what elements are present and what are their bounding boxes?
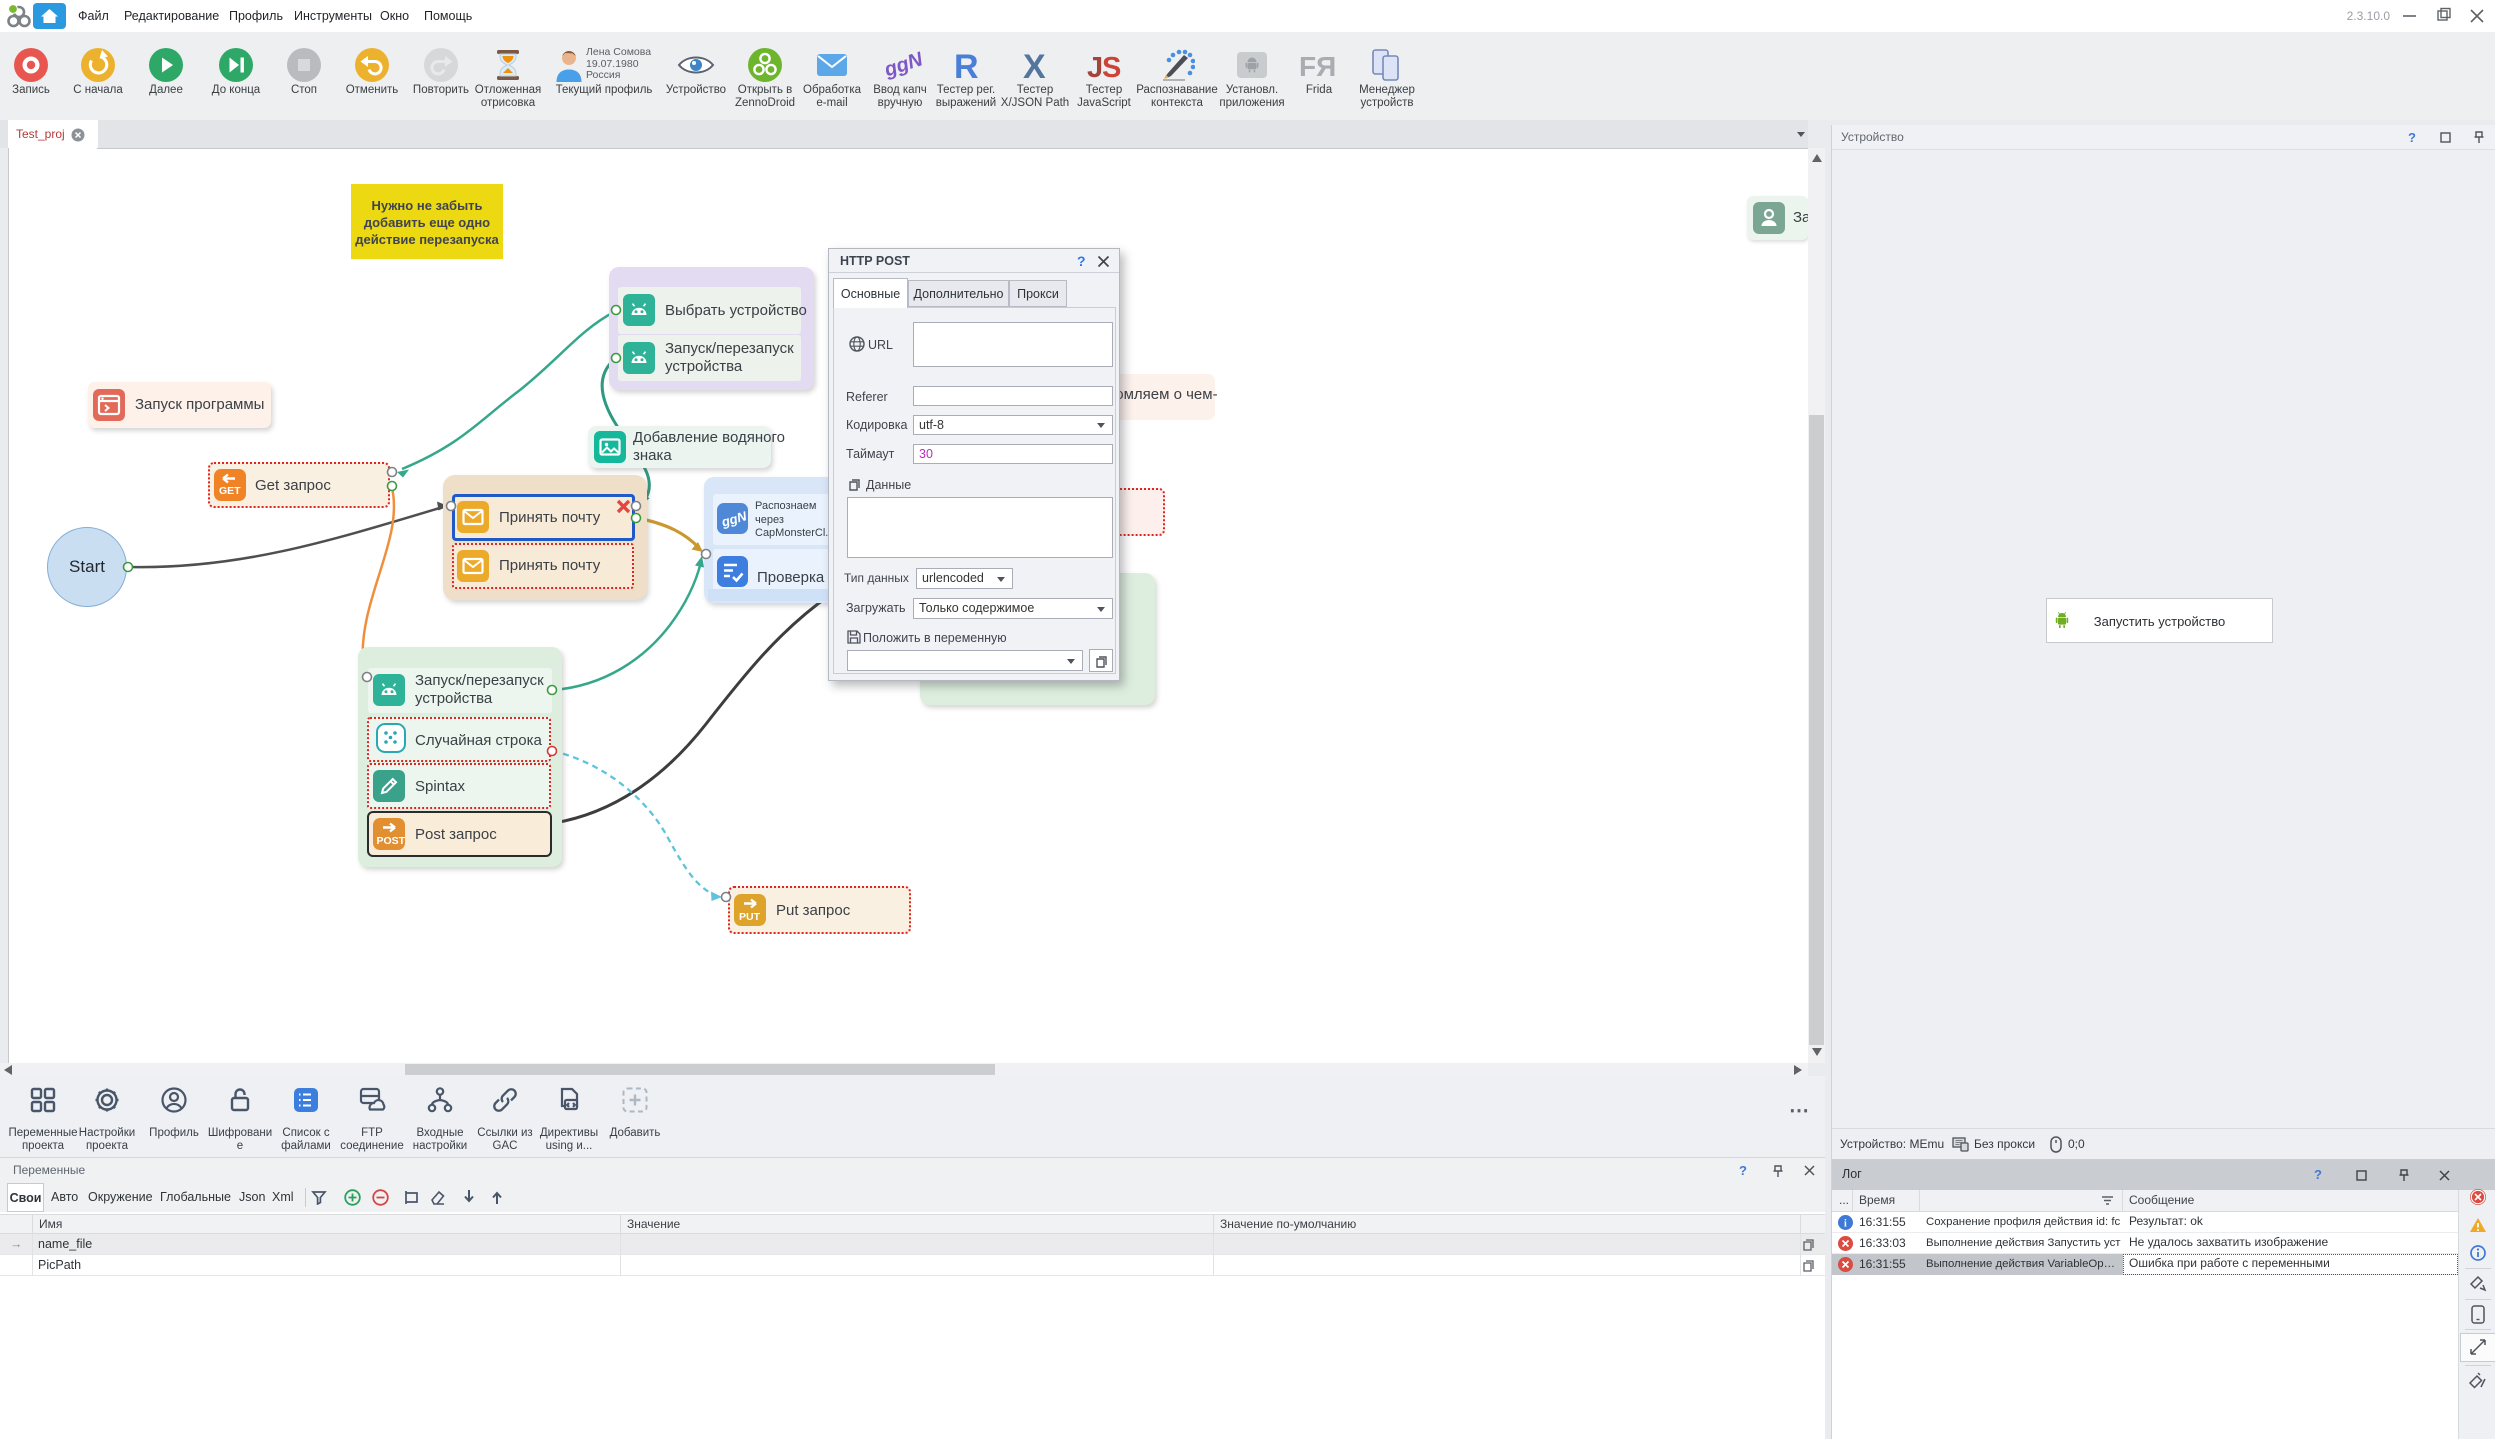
svg-text:i: i xyxy=(1844,1219,1847,1230)
